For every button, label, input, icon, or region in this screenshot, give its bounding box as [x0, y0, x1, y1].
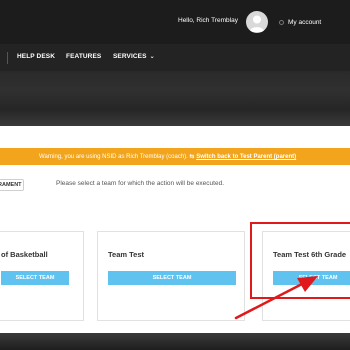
- nav-item-services-label: SERVICES: [113, 53, 147, 60]
- instruction-text: Please select a team for which the actio…: [56, 180, 225, 187]
- switch-back-link[interactable]: Switch back to Test Parent (parent): [196, 154, 296, 160]
- footer-banner: [0, 333, 350, 350]
- avatar[interactable]: [246, 11, 268, 33]
- nav-divider: [7, 52, 8, 64]
- team-card: Team Test SELECT TEAM: [97, 231, 245, 321]
- hero-banner: [0, 71, 350, 126]
- nav-item-help-desk[interactable]: HELP DESK: [17, 53, 55, 60]
- circle-icon: [279, 19, 284, 25]
- team-name: Team Test: [108, 250, 144, 259]
- chevron-down-icon: ⌄: [149, 54, 155, 60]
- main-nav: HELP DESK FEATURES SERVICES ⌄: [0, 44, 350, 71]
- select-team-button[interactable]: SELECT TEAM: [108, 271, 236, 285]
- team-name: of Basketball: [1, 250, 48, 259]
- warning-text: Warning, you are using NSID as Rich Trem…: [39, 153, 296, 160]
- nav-item-features[interactable]: FEATURES: [66, 53, 101, 60]
- warning-message: Warning, you are using NSID as Rich Trem…: [39, 154, 188, 160]
- top-bar: Hello, Rich Tremblay My account: [0, 0, 350, 44]
- user-silhouette-icon: [249, 15, 265, 32]
- swap-icon: ⇆: [189, 154, 195, 160]
- my-account-label: My account: [288, 18, 322, 26]
- highlight-box: [250, 222, 350, 299]
- tournament-button[interactable]: RAMENT: [0, 179, 24, 191]
- nav-item-services[interactable]: SERVICES ⌄: [113, 53, 155, 60]
- my-account-link[interactable]: My account: [279, 17, 321, 27]
- team-card: of Basketball SELECT TEAM: [0, 231, 84, 321]
- warning-banner: Warning, you are using NSID as Rich Trem…: [0, 148, 350, 165]
- select-team-button[interactable]: SELECT TEAM: [1, 271, 69, 285]
- user-greeting: Hello, Rich Tremblay: [178, 17, 238, 24]
